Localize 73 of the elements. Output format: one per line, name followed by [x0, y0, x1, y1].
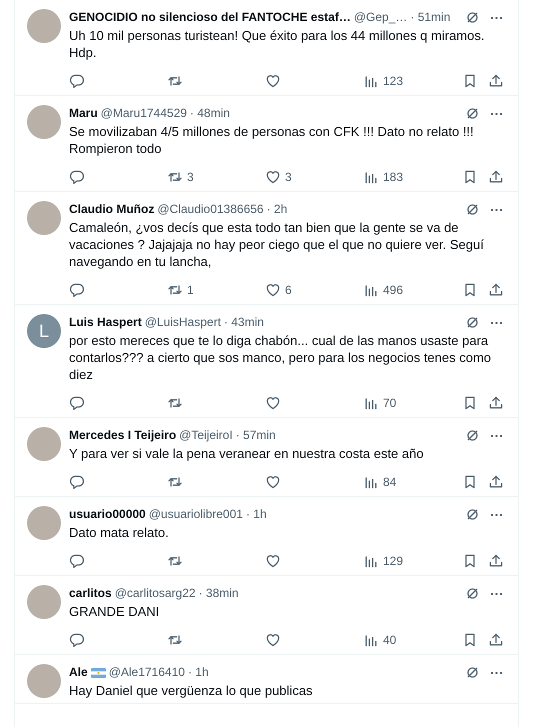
share-icon[interactable] — [488, 553, 504, 569]
heart-icon[interactable] — [265, 632, 281, 648]
share-icon[interactable] — [488, 73, 504, 89]
reply-text: Uh 10 mil personas turistean! Que éxito para los 44 millones q miramos. Hdp. — [69, 27, 486, 61]
reply-text: Se movilizaban 4/5 millones de personas con CFK !!! Dato no relato !!! Rompieron todo — [69, 123, 475, 157]
like-count: 6 — [285, 283, 292, 297]
heart-icon[interactable] — [265, 73, 281, 89]
post-time[interactable]: · 43min — [224, 314, 264, 331]
like-count: 3 — [285, 170, 292, 184]
user-handle[interactable]: @LuisHaspert — [144, 314, 221, 331]
heart-icon[interactable] — [265, 169, 281, 185]
user-name[interactable]: Claudio Muñoz — [69, 201, 154, 218]
share-icon[interactable] — [488, 169, 504, 185]
user-handle[interactable]: @TeijeiroI — [179, 427, 233, 444]
view-count: 123 — [383, 74, 404, 88]
heart-icon[interactable] — [265, 474, 281, 490]
reply-icon[interactable] — [69, 474, 85, 490]
slashed-circle-icon[interactable] — [465, 202, 480, 217]
reply-icon[interactable] — [69, 553, 85, 569]
post-time[interactable]: · 48min — [190, 105, 230, 122]
share-icon[interactable] — [488, 474, 504, 490]
share-icon[interactable] — [488, 632, 504, 648]
reply-text: GRANDE DANI — [69, 603, 160, 620]
user-name[interactable]: Mercedes I Teijeiro — [69, 427, 176, 444]
reply-text: Camaleón, ¿vos decís que esta todo tan bien que la gente se va de vacaciones ? Jajajaja no hay peor ciego que el que no quiere ver. Seguí navegando en tu lancha, — [69, 219, 485, 270]
user-name[interactable]: Luis Haspert — [69, 314, 142, 331]
user-handle[interactable]: @Ale1716410 — [108, 664, 185, 681]
user-name[interactable]: Maru — [69, 105, 98, 122]
reply-icon[interactable] — [69, 169, 85, 185]
slashed-circle-icon[interactable] — [465, 428, 480, 443]
view-count: 183 — [383, 170, 404, 184]
reply-icon[interactable] — [69, 73, 85, 89]
post-time[interactable]: · 38min — [198, 585, 239, 602]
view-count: 40 — [383, 633, 396, 647]
user-handle[interactable]: @Gep_… — [354, 9, 408, 26]
user-handle[interactable]: @carlitosarg22 — [114, 585, 196, 602]
repost-count: 1 — [187, 283, 194, 297]
share-icon[interactable] — [488, 395, 504, 411]
view-count: 129 — [383, 554, 404, 568]
reply-text: Y para ver si vale la pena veranear en nuestra costa este año — [69, 445, 425, 462]
post-time[interactable]: · 57min — [236, 427, 276, 444]
reply-icon[interactable] — [69, 282, 85, 298]
post-time[interactable]: · 1h — [188, 664, 209, 681]
avatar-letter[interactable]: L — [27, 314, 61, 348]
slashed-circle-icon[interactable] — [465, 586, 480, 601]
post-time[interactable]: · 1h — [246, 506, 267, 523]
heart-icon[interactable] — [265, 553, 281, 569]
slashed-circle-icon[interactable] — [465, 315, 480, 330]
heart-icon[interactable] — [265, 395, 281, 411]
slashed-circle-icon[interactable] — [465, 106, 480, 121]
repost-count: 3 — [187, 170, 194, 184]
slashed-circle-icon[interactable] — [465, 10, 480, 25]
post-time[interactable]: · 51min — [410, 9, 450, 26]
slashed-circle-icon[interactable] — [465, 665, 480, 680]
user-handle[interactable]: @usuariolibre001 — [148, 506, 243, 523]
view-count: 70 — [383, 396, 396, 410]
view-count: 84 — [383, 475, 396, 489]
slashed-circle-icon[interactable] — [465, 507, 480, 522]
heart-icon[interactable] — [265, 282, 281, 298]
reply-text: Dato mata relato. — [69, 524, 170, 541]
user-name[interactable]: carlitos — [69, 585, 112, 602]
user-handle[interactable]: @Claudio01386656 — [157, 201, 264, 218]
user-name[interactable]: GENOCIDIO no silencioso del FANTOCHE estaf… — [69, 9, 351, 26]
user-handle[interactable]: @Maru1744529 — [100, 105, 187, 122]
reply-text: por esto mereces que te lo diga chabón... cual de las manos usaste para contarlos??? a cierto que sos manco, pero para los negocios tenes como diez — [69, 332, 492, 383]
user-name[interactable]: usuario00000 — [69, 506, 146, 523]
reply-icon[interactable] — [69, 632, 85, 648]
view-count: 496 — [383, 283, 404, 297]
user-name[interactable]: Ale — [69, 664, 88, 681]
reply-icon[interactable] — [69, 395, 85, 411]
share-icon[interactable] — [488, 282, 504, 298]
post-time[interactable]: · 2h — [266, 201, 288, 218]
reply-text: Hay Daniel que vergüenza lo que publicas — [69, 682, 314, 699]
